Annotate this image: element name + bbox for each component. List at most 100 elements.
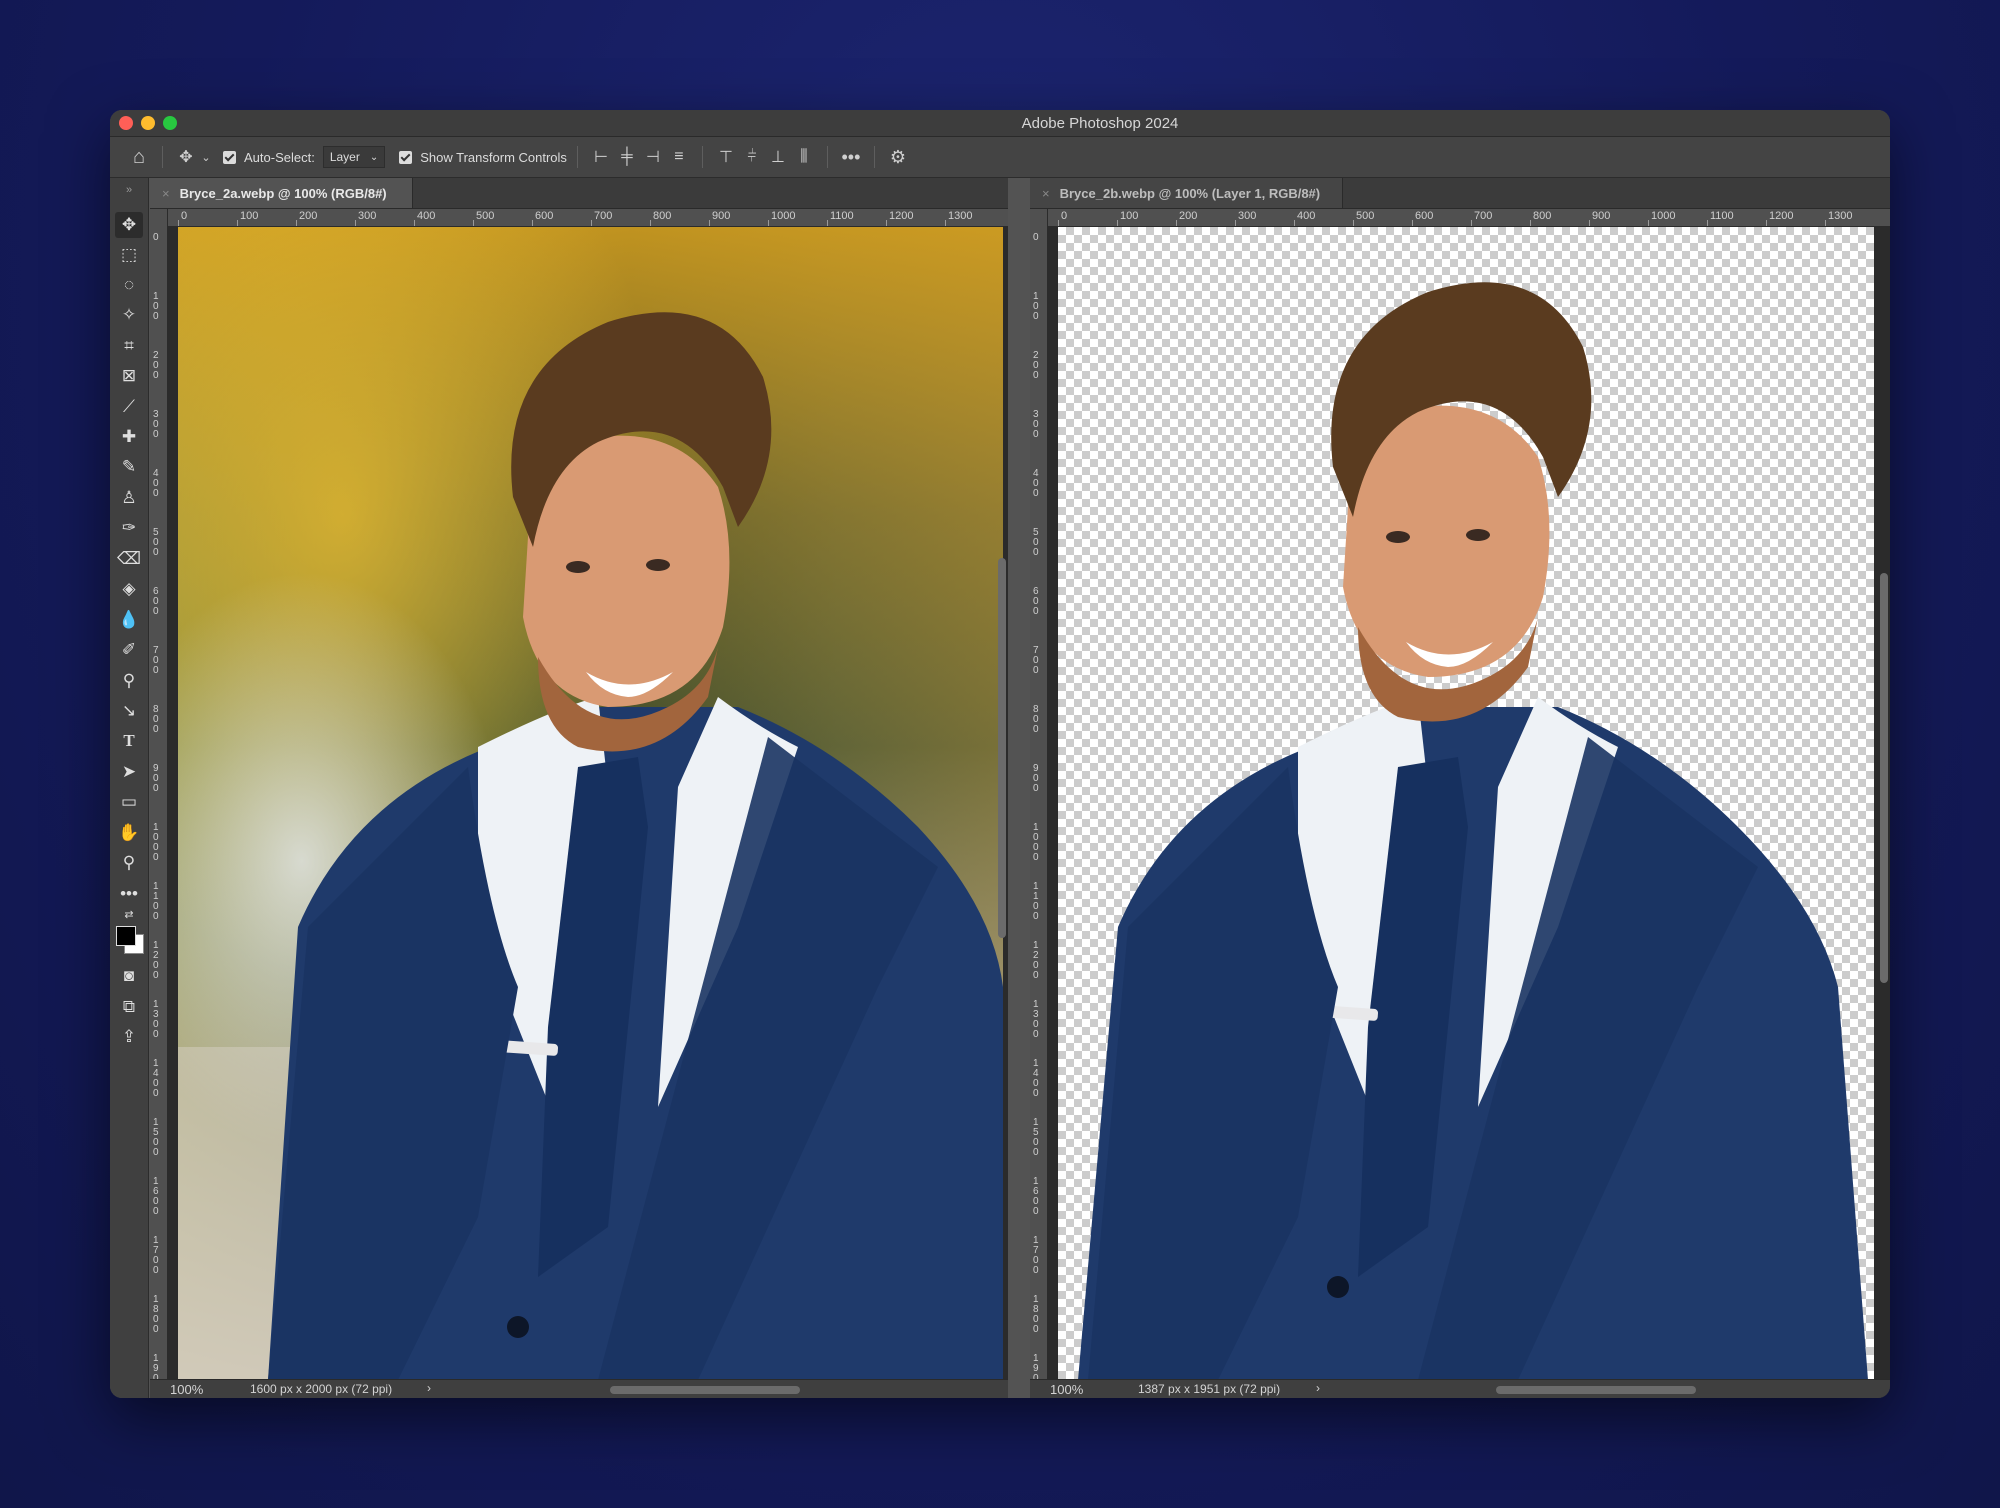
- ruler-label: 1700: [1033, 1235, 1039, 1276]
- type-tool-icon[interactable]: T: [115, 728, 143, 754]
- ruler-tick: [709, 220, 710, 226]
- dodge-tool-icon[interactable]: ✐: [115, 637, 143, 663]
- ruler-label: 100: [240, 210, 259, 222]
- zoom-tool-icon[interactable]: ⚲: [115, 850, 143, 876]
- history-brush-tool-icon[interactable]: ✑: [115, 515, 143, 541]
- canvas-original-photo[interactable]: [178, 227, 1003, 1380]
- transform-controls-checkbox[interactable]: [399, 150, 413, 164]
- vertical-scrollbar[interactable]: [998, 558, 1006, 938]
- ruler-label: 900: [1033, 763, 1039, 794]
- path-tool-icon[interactable]: ↘: [115, 698, 143, 724]
- status-menu-arrow[interactable]: ›: [1316, 1381, 1320, 1395]
- ruler-tick: [1412, 220, 1413, 226]
- horizontal-scrollbar[interactable]: [1496, 1386, 1696, 1394]
- ruler-label: 500: [476, 210, 495, 222]
- distribute-horizontal-icon[interactable]: ≡: [666, 144, 692, 170]
- eyedropper-tool-icon[interactable]: ⟋: [115, 394, 143, 420]
- document-left: × Bryce_2a.webp @ 100% (RGB/8#) 0 100 200 3…: [150, 178, 1008, 1398]
- ruler-label: 300: [153, 409, 159, 440]
- tab-bryce-2a[interactable]: × Bryce_2a.webp @ 100% (RGB/8#): [150, 178, 413, 208]
- ruler-label: 400: [1033, 468, 1039, 499]
- document-dimensions: 1387 px x 1951 px (72 ppi): [1138, 1382, 1281, 1396]
- lasso-tool-icon[interactable]: ◌: [115, 272, 143, 298]
- home-icon[interactable]: ⌂: [126, 144, 152, 170]
- ruler-label: 1500: [1033, 1117, 1039, 1158]
- move-tool-icon[interactable]: ✥: [173, 144, 199, 170]
- auto-select-dropdown[interactable]: Layer ⌄: [322, 146, 386, 168]
- separator: [826, 146, 828, 168]
- ruler-label: 400: [417, 210, 436, 222]
- healing-brush-tool-icon[interactable]: ✚: [115, 424, 143, 450]
- brush-tool-icon[interactable]: ✎: [115, 454, 143, 480]
- screen-mode-icon[interactable]: ⧉: [115, 994, 143, 1020]
- distribute-vertical-icon[interactable]: ⫼: [791, 144, 817, 170]
- blur-tool-icon[interactable]: 💧: [115, 607, 143, 633]
- separator: [873, 146, 875, 168]
- align-middle-icon[interactable]: ⫩: [739, 144, 765, 170]
- magic-wand-tool-icon[interactable]: ✧: [115, 302, 143, 328]
- ruler-label: 900: [153, 763, 159, 794]
- status-bar: 100% 1600 px x 2000 px (72 ppi) ›: [150, 1379, 1008, 1398]
- chevron-down-icon[interactable]: ⌄: [199, 144, 213, 170]
- ruler-label: 300: [1238, 210, 1257, 222]
- options-bar: ⌂ ✥ ⌄ Auto-Select: Layer ⌄ Show Transfor…: [110, 137, 1890, 178]
- align-top-icon[interactable]: ⊤: [713, 144, 739, 170]
- quick-mask-icon[interactable]: ◙: [115, 963, 143, 989]
- ruler-label: 500: [1033, 527, 1039, 558]
- ruler-label: 800: [653, 210, 672, 222]
- auto-select-value: Layer: [329, 150, 360, 164]
- foreground-color-swatch[interactable]: [116, 926, 136, 946]
- vertical-scrollbar[interactable]: [1880, 573, 1888, 983]
- share-icon[interactable]: ⇪: [115, 1024, 143, 1050]
- ruler-label: 0: [181, 210, 188, 222]
- zoom-level[interactable]: 100%: [1050, 1382, 1083, 1397]
- clone-stamp-tool-icon[interactable]: ♙: [115, 485, 143, 511]
- ruler-label: 1300: [1828, 210, 1853, 222]
- move-tool-icon[interactable]: ✥: [115, 212, 143, 238]
- close-tab-icon[interactable]: ×: [162, 186, 170, 201]
- status-menu-arrow[interactable]: ›: [427, 1381, 431, 1395]
- tab-bryce-2b[interactable]: × Bryce_2b.webp @ 100% (Layer 1, RGB/8#): [1030, 178, 1343, 208]
- ruler-label: 1100: [1033, 881, 1039, 922]
- collapse-panel-icon[interactable]: »: [115, 184, 143, 196]
- ruler-label: 1200: [1769, 210, 1794, 222]
- rectangle-tool-icon[interactable]: ▭: [115, 789, 143, 815]
- ruler-label: 300: [358, 210, 377, 222]
- more-options-icon[interactable]: •••: [838, 144, 864, 170]
- auto-select-option[interactable]: Auto-Select: Layer ⌄: [223, 146, 386, 168]
- marquee-tool-icon[interactable]: ⬚: [115, 242, 143, 268]
- close-tab-icon[interactable]: ×: [1042, 186, 1050, 201]
- ruler-label: 1400: [153, 1058, 159, 1099]
- horizontal-ruler: 0 100 200 300 400 500 600 700 800 900 1000 1100 1200…: [1048, 209, 1890, 227]
- auto-select-label: Auto-Select:: [244, 149, 315, 165]
- status-bar: 100% 1387 px x 1951 px (72 ppi) ›: [1030, 1379, 1890, 1398]
- swap-colors-icon[interactable]: ⇄: [115, 906, 143, 922]
- hand-tool-icon[interactable]: ✋: [115, 820, 143, 846]
- pen-tool-icon[interactable]: ⚲: [115, 668, 143, 694]
- canvas-cutout-photo[interactable]: [1058, 227, 1874, 1380]
- ruler-label: 400: [153, 468, 159, 499]
- tab-title: Bryce_2a.webp @ 100% (RGB/8#): [179, 185, 387, 201]
- zoom-level[interactable]: 100%: [170, 1382, 203, 1397]
- ruler-label: 200: [1033, 350, 1039, 381]
- ruler-label: 100: [153, 291, 159, 322]
- gear-icon[interactable]: ⚙: [885, 144, 911, 170]
- auto-select-checkbox[interactable]: [223, 150, 236, 164]
- ruler-label: 500: [1356, 210, 1375, 222]
- frame-tool-icon[interactable]: ⊠: [115, 363, 143, 389]
- ruler-label: 1300: [948, 210, 973, 222]
- ruler-label: 100: [1033, 291, 1039, 322]
- ruler-tick: [532, 220, 533, 226]
- align-center-icon[interactable]: ╪: [614, 144, 640, 170]
- align-left-icon[interactable]: ⊢: [588, 144, 614, 170]
- crop-tool-icon[interactable]: ⌗: [115, 333, 143, 359]
- ruler-label: 1600: [153, 1176, 159, 1217]
- align-right-icon[interactable]: ⊣: [640, 144, 666, 170]
- paint-bucket-tool-icon[interactable]: ◈: [115, 576, 143, 602]
- more-tools-icon[interactable]: •••: [115, 881, 143, 907]
- horizontal-scrollbar[interactable]: [610, 1386, 800, 1394]
- path-selection-tool-icon[interactable]: ➤: [115, 759, 143, 785]
- align-bottom-icon[interactable]: ⊥: [765, 144, 791, 170]
- transform-controls-option[interactable]: Show Transform Controls: [399, 150, 567, 165]
- eraser-tool-icon[interactable]: ⌫: [115, 546, 143, 572]
